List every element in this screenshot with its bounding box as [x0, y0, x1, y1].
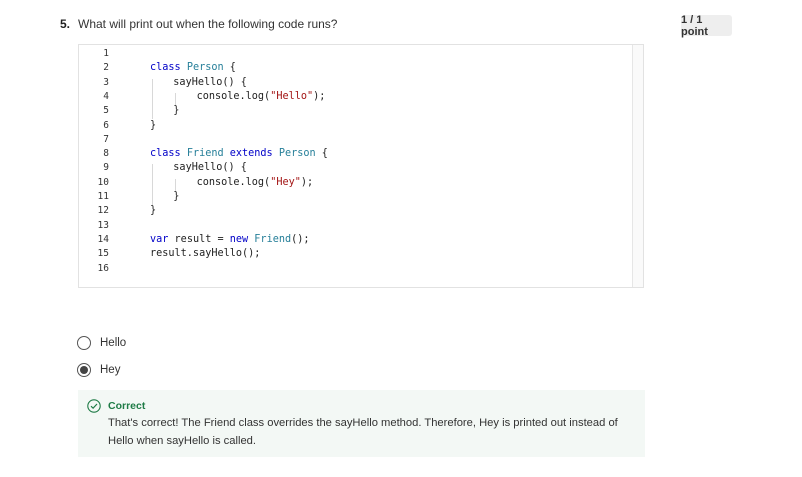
feedback-text: That's correct! The Friend class overrid…	[108, 415, 638, 450]
code-block: 1 2 3 4 5 6 7 8 9 10 11 12 13 14 15 16 class Person {sa…	[78, 44, 644, 288]
radio-button-unselected[interactable]	[77, 336, 91, 350]
code-line: var result = new Friend();	[150, 233, 310, 245]
feedback-title: Correct	[108, 400, 146, 412]
points-badge: 1 / 1 point	[681, 14, 732, 38]
feedback-text-segment: is called.	[209, 434, 257, 447]
code-scrollbar[interactable]	[632, 45, 643, 287]
feedback-text-segment: is printed out instead of	[499, 417, 618, 429]
inline-code: Hey	[479, 417, 499, 429]
code-line: class Friend extends Person {	[150, 148, 328, 160]
line-number: 6	[103, 119, 109, 131]
option-label: Hey	[100, 364, 121, 376]
line-number: 3	[103, 76, 109, 88]
code-line: result.sayHello();	[150, 248, 261, 260]
line-number: 8	[103, 148, 109, 160]
feedback-panel: Correct That's correct! The Friend class…	[78, 390, 645, 457]
line-number: 7	[103, 133, 109, 145]
line-number: 12	[97, 205, 109, 217]
code-line: }	[173, 105, 180, 117]
code-line: sayHello() {	[173, 162, 247, 174]
feedback-text-segment: when	[133, 434, 167, 447]
feedback-text-segment: method. Therefore,	[377, 417, 480, 429]
indent-guide	[152, 164, 153, 206]
feedback-text-segment: That's correct! The Friend class overrid…	[108, 417, 336, 429]
code-line: sayHello() {	[173, 76, 247, 88]
line-number: 2	[103, 62, 109, 74]
inline-code: sayHello	[166, 434, 210, 447]
code-line: }	[150, 119, 157, 131]
line-number: 15	[97, 248, 109, 260]
indent-guide	[175, 92, 177, 106]
code-line: }	[150, 205, 157, 217]
line-number-gutter: 1 2 3 4 5 6 7 8 9 10 11 12 13 14 15 16	[79, 45, 139, 287]
check-circle-icon	[87, 399, 101, 413]
line-number: 1	[103, 48, 109, 59]
code-line: console.log("Hey");	[196, 176, 314, 188]
question-text: What will print out when the following c…	[78, 17, 338, 31]
line-number: 14	[97, 233, 109, 245]
option-hello[interactable]: Hello	[77, 336, 126, 350]
code-line: console.log("Hello");	[196, 90, 326, 102]
indent-guide	[175, 178, 177, 191]
line-number: 5	[103, 105, 109, 117]
question-number: 5.	[60, 17, 71, 31]
line-number: 13	[97, 219, 109, 231]
option-hey[interactable]: Hey	[77, 363, 120, 377]
line-number: 4	[103, 90, 109, 102]
code-line: }	[173, 191, 180, 202]
code-line: class Person {	[150, 62, 236, 74]
inline-code: Hello	[108, 434, 134, 447]
radio-button-selected[interactable]	[77, 363, 91, 377]
line-number: 10	[97, 176, 109, 188]
line-number: 16	[97, 262, 109, 274]
line-number: 9	[103, 162, 109, 174]
option-label: Hello	[100, 337, 127, 349]
indent-guide	[152, 78, 153, 120]
line-number: 11	[97, 191, 109, 202]
inline-code: sayHello	[335, 417, 378, 429]
